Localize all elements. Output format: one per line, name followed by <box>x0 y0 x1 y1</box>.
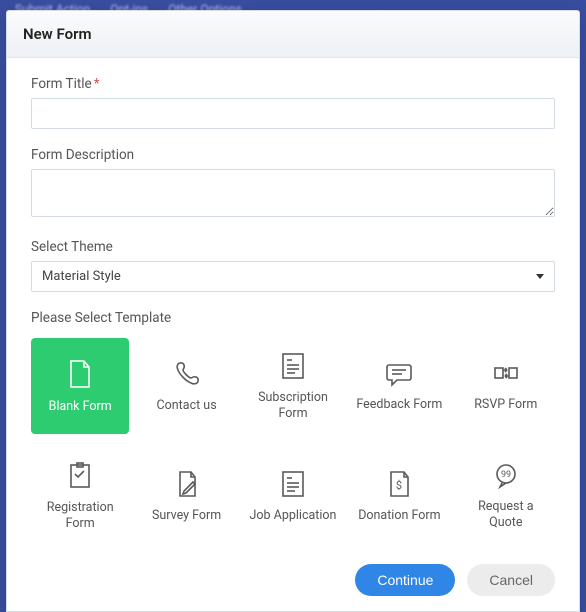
modal-title: New Form <box>23 25 563 43</box>
template-feedback-form[interactable]: Feedback Form <box>350 338 448 434</box>
cancel-button[interactable]: Cancel <box>467 564 555 596</box>
new-form-modal: New Form Form Title* Form Description Se… <box>6 10 580 612</box>
survey-pencil-icon <box>175 470 199 498</box>
template-section-label: Please Select Template <box>31 310 555 326</box>
quote-bubble-icon: 99 <box>492 463 520 489</box>
template-label: Subscription Form <box>248 390 338 421</box>
select-theme-label: Select Theme <box>31 239 555 255</box>
form-description-input[interactable] <box>31 169 555 217</box>
template-subscription-form[interactable]: Subscription Form <box>244 338 342 434</box>
template-job-application[interactable]: Job Application <box>244 448 342 544</box>
form-description-field: Form Description <box>31 147 555 221</box>
rsvp-arrows-icon <box>492 361 520 387</box>
template-label: Survey Form <box>152 508 221 524</box>
template-label: Contact us <box>157 398 217 414</box>
blank-page-icon <box>66 359 94 389</box>
checklist-icon <box>67 462 93 490</box>
template-label: Donation Form <box>358 508 440 524</box>
document-lines-icon <box>280 352 306 380</box>
template-contact-us[interactable]: Contact us <box>137 338 235 434</box>
template-label: Request a Quote <box>461 499 551 530</box>
form-title-field: Form Title* <box>31 76 555 129</box>
chevron-down-icon <box>536 274 544 279</box>
svg-text:$: $ <box>396 479 402 492</box>
template-label: Job Application <box>250 508 337 524</box>
template-survey-form[interactable]: Survey Form <box>137 448 235 544</box>
form-description-label: Form Description <box>31 147 555 163</box>
theme-selected-value: Material Style <box>42 269 121 284</box>
theme-select[interactable]: Material Style <box>31 261 555 292</box>
document-lines-icon <box>280 470 306 498</box>
modal-footer: Continue Cancel <box>7 544 579 610</box>
template-label: Blank Form <box>49 399 112 415</box>
template-label: RSVP Form <box>474 397 537 413</box>
chat-bubble-icon <box>385 361 413 387</box>
modal-header: New Form <box>7 11 579 58</box>
continue-button[interactable]: Continue <box>355 564 455 596</box>
template-blank-form[interactable]: Blank Form <box>31 338 129 434</box>
form-title-label: Form Title* <box>31 76 555 92</box>
select-theme-field: Select Theme Material Style <box>31 239 555 292</box>
phone-icon <box>173 360 201 388</box>
template-registration-form[interactable]: Registration Form <box>31 448 129 544</box>
dollar-document-icon: $ <box>387 470 411 498</box>
template-request-quote[interactable]: 99 Request a Quote <box>457 448 555 544</box>
form-title-input[interactable] <box>31 98 555 129</box>
template-donation-form[interactable]: $ Donation Form <box>350 448 448 544</box>
template-rsvp-form[interactable]: RSVP Form <box>457 338 555 434</box>
template-label: Registration Form <box>35 500 125 531</box>
template-grid: Blank Form Contact us Subscription Form <box>31 338 555 544</box>
svg-text:99: 99 <box>501 470 511 480</box>
template-label: Feedback Form <box>356 397 442 413</box>
